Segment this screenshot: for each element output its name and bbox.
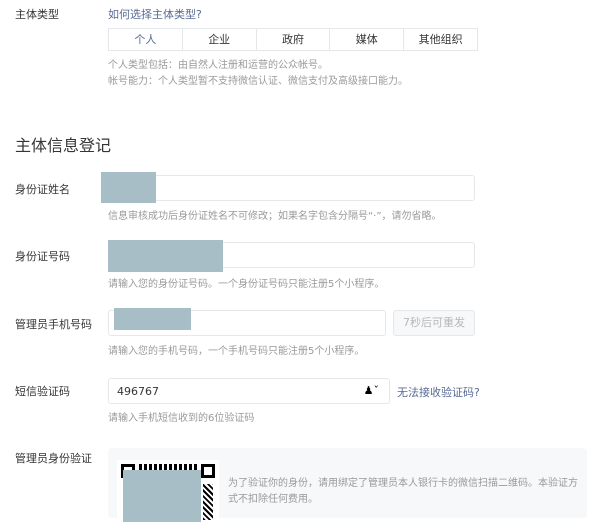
redacted-area: [114, 308, 191, 330]
redacted-area: [108, 240, 223, 272]
sms-code-input[interactable]: 496767 ♟ˇ: [108, 378, 390, 404]
sms-help-link[interactable]: 无法接收验证码?: [397, 384, 480, 400]
entity-type-label: 主体类型: [15, 8, 59, 21]
section-title: 主体信息登记: [15, 136, 112, 155]
sms-tip: 请输入手机短信收到的6位验证码: [108, 413, 255, 424]
entity-type-personal[interactable]: 个人: [109, 29, 183, 50]
entity-type-other[interactable]: 其他组织: [404, 29, 477, 50]
phone-label: 管理员手机号码: [15, 318, 92, 331]
entity-type-tip-2: 帐号能力：个人类型暂不支持微信认证、微信支付及高级接口能力。: [108, 76, 408, 87]
admin-verify-description: 为了验证你的身份，请用绑定了管理员本人银行卡的微信扫描二维码。本验证方式不扣除任…: [228, 478, 578, 505]
sms-label: 短信验证码: [15, 385, 70, 398]
entity-type-tip-1: 个人类型包括：由自然人注册和运营的公众帐号。: [108, 60, 328, 71]
entity-type-government[interactable]: 政府: [257, 29, 331, 50]
user-dropdown-icon[interactable]: ♟ˇ: [364, 384, 379, 397]
id-number-tip: 请输入您的身份证号码。一个身份证号码只能注册5个小程序。: [108, 279, 385, 290]
resend-code-button[interactable]: 7秒后可重发: [393, 310, 475, 336]
entity-type-selector: 个人 企业 政府 媒体 其他组织: [108, 28, 478, 51]
id-name-label: 身份证姓名: [15, 183, 70, 196]
id-name-tip: 信息审核成功后身份证姓名不可修改；如果名字包含分隔号“·”，请勿省略。: [108, 211, 442, 222]
entity-type-media[interactable]: 媒体: [330, 29, 405, 50]
entity-type-help-link[interactable]: 如何选择主体类型?: [108, 6, 202, 22]
admin-verify-label: 管理员身份验证: [15, 452, 92, 465]
qr-code: [117, 460, 219, 522]
redacted-area: [123, 470, 201, 522]
id-number-label: 身份证号码: [15, 250, 70, 263]
phone-tip: 请输入您的手机号码，一个手机号码只能注册5个小程序。: [108, 346, 365, 357]
redacted-area: [101, 172, 156, 203]
sms-code-value: 496767: [117, 385, 159, 398]
id-name-input[interactable]: [108, 175, 475, 201]
entity-type-enterprise[interactable]: 企业: [183, 29, 257, 50]
